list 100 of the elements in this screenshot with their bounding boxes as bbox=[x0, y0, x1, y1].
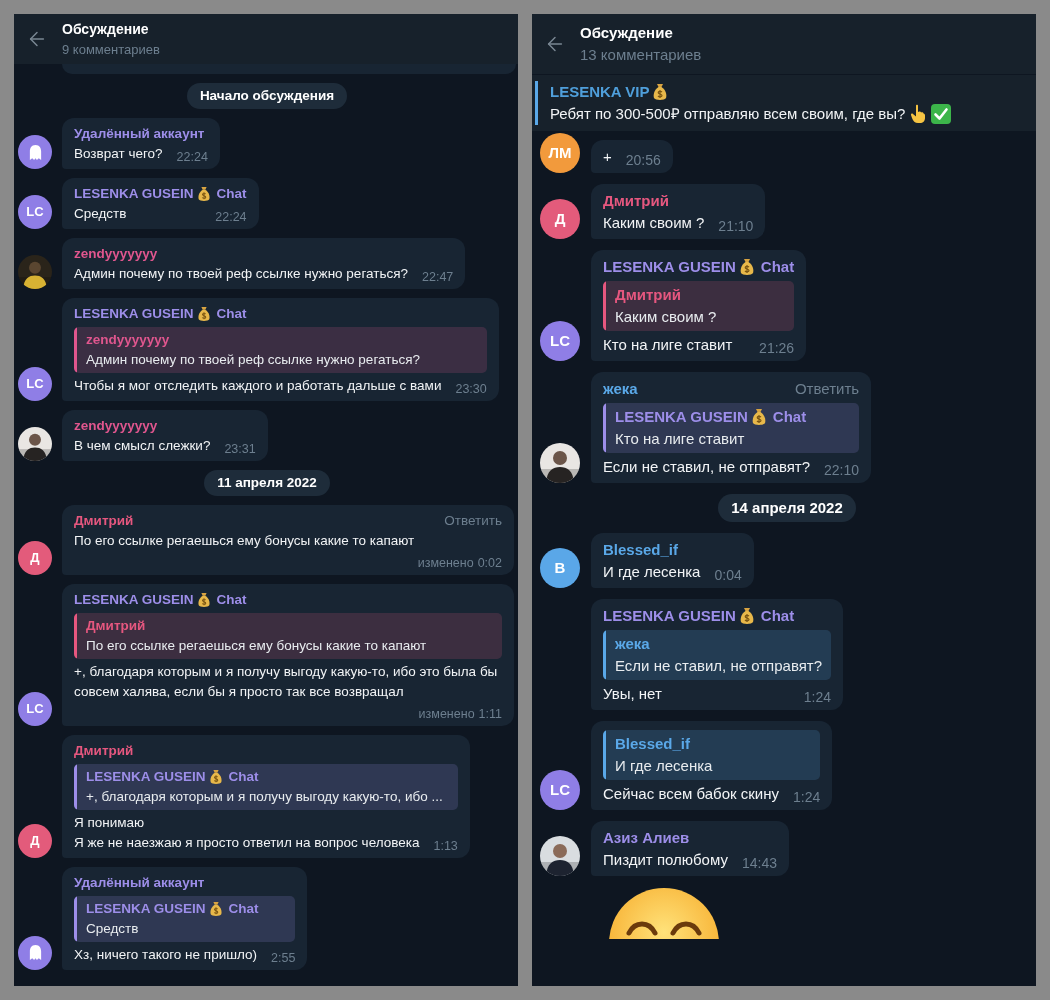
author-name[interactable]: жека bbox=[603, 378, 638, 400]
reply-text: +, благодаря которым и я получу выгоду какую-то, ибо ... bbox=[86, 787, 443, 806]
message-text: Кто на лиге ставит bbox=[603, 335, 734, 355]
author-name[interactable]: LESENKA GUSEIN bbox=[86, 898, 206, 919]
avatar[interactable]: LC bbox=[18, 691, 52, 726]
author-name[interactable]: LESENKA GUSEIN bbox=[603, 605, 736, 627]
reply-quote[interactable]: жека Если не ставил, не отправят? bbox=[603, 630, 832, 680]
message-time: 1:24 bbox=[803, 688, 832, 707]
reply-quote[interactable]: Дмитрий Каким своим ? bbox=[603, 281, 795, 331]
message-text: Увы, нет bbox=[603, 684, 663, 704]
message-text: Я же не наезжаю я просто ответил на вопрос человека bbox=[74, 833, 420, 852]
message-time: 14:43 bbox=[741, 854, 777, 873]
author-name[interactable]: LESENKA GUSEIN bbox=[86, 766, 206, 787]
message-text: Хз, ничего такого не пришло) bbox=[74, 945, 258, 964]
message-time: 0:02 bbox=[477, 555, 502, 572]
message-time: 22:10 bbox=[824, 461, 860, 480]
message-time: 20:56 bbox=[625, 151, 661, 170]
check-mark-icon bbox=[931, 104, 952, 124]
date-badge: Начало обсуждения bbox=[186, 83, 348, 109]
reply-quote[interactable]: zendyyyyyyy Админ почему по твоей реф ссылке нужно регаться? bbox=[74, 327, 487, 373]
author-name[interactable]: LESENKA GUSEIN bbox=[615, 406, 748, 428]
message-time: 22:24 bbox=[176, 149, 208, 167]
author-name[interactable]: zendyyyyyyy bbox=[74, 244, 158, 264]
reply-quote[interactable]: Дмитрий По его ссылке регаешься ему бонусы какие то капают bbox=[74, 612, 502, 659]
message-text: Возврат чего? bbox=[74, 145, 163, 163]
edited-label: изменено bbox=[417, 555, 474, 572]
message-time: 21:10 bbox=[718, 217, 754, 236]
avatar[interactable]: LC bbox=[540, 770, 580, 810]
avatar[interactable] bbox=[18, 935, 52, 970]
pinned-text: Ребят по 300-500₽ отправляю всем своим, где вы? bbox=[550, 104, 906, 124]
message-time: 1:13 bbox=[433, 837, 458, 855]
ghost-icon bbox=[27, 944, 43, 961]
message-time: 0:04 bbox=[714, 566, 742, 585]
window-title: Обсуждение bbox=[62, 19, 150, 39]
message-time: 1:11 bbox=[478, 705, 502, 723]
reply-quote[interactable]: LESENKA GUSEIN Chat Кто на лиге ставит bbox=[603, 403, 860, 453]
message-text: Если не ставил, не отправят? bbox=[603, 457, 811, 477]
comment-count: 13 комментариев bbox=[580, 45, 702, 65]
avatar[interactable]: LC bbox=[18, 367, 52, 401]
author-name[interactable]: Удалённый аккаунт bbox=[74, 124, 205, 144]
reply-text: Если не ставил, не отправят? bbox=[615, 656, 823, 676]
edited-label: изменено bbox=[418, 705, 475, 723]
avatar[interactable]: Д bbox=[18, 540, 52, 575]
author-title: Chat bbox=[228, 899, 259, 918]
author-name[interactable]: LESENKA GUSEIN bbox=[603, 256, 736, 278]
avatar[interactable]: LC bbox=[18, 195, 52, 229]
reply-link[interactable]: Ответить bbox=[794, 378, 860, 400]
author-name[interactable]: Blessed_if bbox=[603, 539, 679, 561]
ghost-icon bbox=[27, 143, 43, 161]
reply-text: По его ссылке регаешься ему бонусы какие то капают bbox=[86, 636, 427, 655]
author-name[interactable]: Дмитрий bbox=[603, 190, 669, 212]
author-title: Chat bbox=[216, 185, 247, 203]
author-name[interactable]: Дмитрий bbox=[86, 615, 146, 636]
pinned-message[interactable]: LESENKA VIP Ребят по 300-500₽ отправляю всем своим, где вы? bbox=[532, 74, 1036, 131]
smiley-icon bbox=[609, 887, 719, 939]
author-name[interactable]: LESENKA GUSEIN bbox=[74, 589, 194, 610]
message-text: Сейчас всем бабок скину bbox=[603, 784, 779, 804]
message-text: Чтобы я мог отследить каждого и работать дальше с вами bbox=[74, 377, 442, 395]
avatar[interactable]: Д bbox=[18, 823, 52, 858]
message-time: 1:24 bbox=[793, 788, 821, 807]
avatar[interactable] bbox=[18, 135, 52, 169]
avatar[interactable]: Д bbox=[540, 199, 580, 239]
message-time: 22:24 bbox=[215, 209, 247, 227]
message-text: Админ почему по твоей реф ссылке нужно регаться? bbox=[74, 265, 408, 283]
reply-text: Кто на лиге ставит bbox=[615, 429, 746, 449]
author-name[interactable]: Дмитрий bbox=[74, 740, 134, 761]
author-name[interactable]: LESENKA GUSEIN bbox=[74, 304, 194, 324]
author-name[interactable]: Азиз Алиев bbox=[603, 827, 690, 849]
author-name[interactable]: жека bbox=[615, 633, 650, 655]
author-name[interactable]: Удалённый аккаунт bbox=[74, 872, 205, 893]
author-name[interactable]: Дмитрий bbox=[74, 511, 134, 531]
reply-text: Средств bbox=[86, 919, 140, 938]
reply-text: Админ почему по твоей реф ссылке нужно регаться? bbox=[86, 351, 420, 369]
author-title: Chat bbox=[760, 257, 795, 277]
message-text: + bbox=[603, 147, 612, 167]
message-time: 22:47 bbox=[422, 269, 454, 287]
author-name[interactable]: Дмитрий bbox=[615, 284, 681, 306]
reply-quote[interactable]: LESENKA GUSEIN Chat Средств bbox=[74, 895, 296, 942]
author-name[interactable]: LESENKA GUSEIN bbox=[74, 184, 194, 204]
avatar[interactable]: B bbox=[540, 548, 580, 588]
author-name[interactable]: zendyyyyyyy bbox=[86, 330, 170, 350]
reply-quote[interactable]: LESENKA GUSEIN Chat +, благодаря которым и я получу выгоду какую-то, ибо ... bbox=[74, 763, 458, 810]
reply-text: И где лесенка bbox=[615, 756, 713, 776]
pinned-author: LESENKA VIP bbox=[550, 82, 650, 102]
reply-text: Каким своим ? bbox=[615, 307, 717, 327]
author-name[interactable]: Blessed_if bbox=[615, 733, 691, 755]
author-title: Chat bbox=[216, 590, 247, 609]
message-text: По его ссылке регаешься ему бонусы какие то капают bbox=[74, 532, 416, 550]
message-time: 23:30 bbox=[455, 381, 487, 399]
message-text: +, благодаря которым и я получу выгоду какую-то, ибо это была бы совсем халява, если бы я просто так все возвращал bbox=[74, 662, 499, 701]
window-title: Обсуждение bbox=[580, 22, 674, 43]
reply-link[interactable]: Ответить bbox=[444, 511, 502, 531]
reply-quote[interactable]: Blessed_if И где лесенка bbox=[603, 730, 821, 780]
message-text: Средств bbox=[74, 205, 128, 223]
author-title: Chat bbox=[228, 767, 259, 786]
author-name[interactable]: zendyyyyyyy bbox=[74, 416, 158, 436]
comment-count: 9 комментариев bbox=[62, 40, 160, 59]
avatar[interactable]: LC bbox=[540, 321, 580, 361]
message-time: 23:31 bbox=[224, 441, 256, 459]
message-text: Пиздит полюбому bbox=[603, 850, 728, 870]
